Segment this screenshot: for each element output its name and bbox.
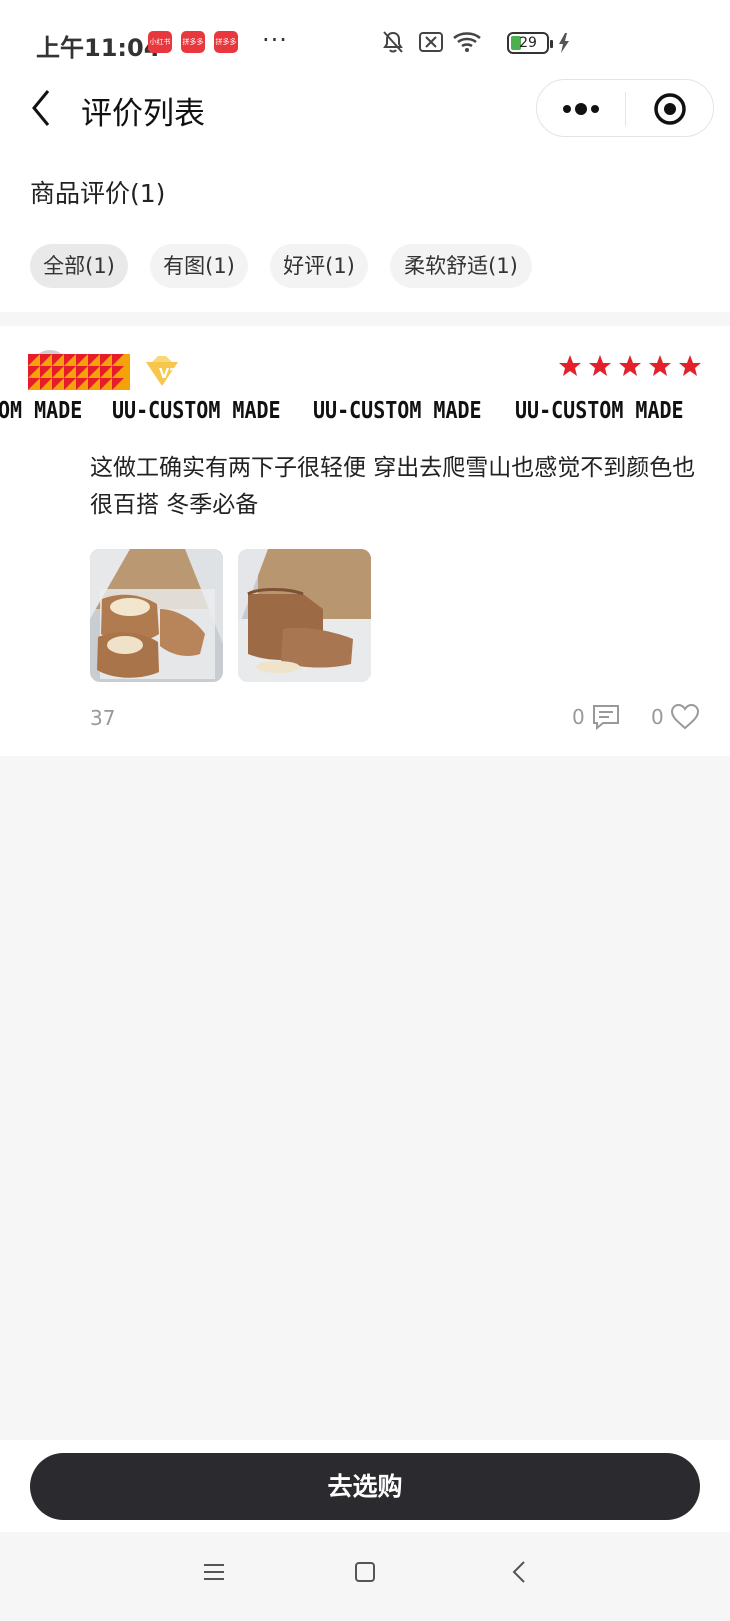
star-icon	[589, 355, 611, 376]
battery-icon: 29	[507, 32, 553, 54]
status-bar: 上午11:04 小红书 拼多多 拼多多 ··· 29	[0, 0, 730, 86]
nav-bar: 评价列表 商品评价(1)	[0, 79, 730, 216]
like-count: 0	[651, 705, 664, 729]
filter-chip-all[interactable]: 全部(1)	[30, 244, 128, 288]
sim-off-icon	[419, 32, 443, 52]
back-button[interactable]	[24, 86, 64, 130]
boots-photo-1	[90, 549, 223, 682]
target-close-icon	[654, 93, 686, 125]
more-button[interactable]	[537, 80, 625, 138]
like-button[interactable]: 0	[651, 700, 700, 734]
app-notification-icon: 拼多多	[181, 31, 205, 53]
page-title: 评价列表	[81, 96, 205, 132]
view-count: 37	[90, 706, 116, 730]
chevron-left-icon	[32, 90, 50, 126]
filter-chip-with-images[interactable]: 有图(1)	[150, 244, 248, 288]
nickname-mosaic	[28, 354, 130, 390]
bottom-action-bar: 去选购	[0, 1440, 730, 1532]
heart-icon	[670, 703, 699, 730]
filter-bar: 全部(1) 有图(1) 好评(1) 柔软舒适(1)	[0, 216, 730, 312]
watermark-text: OM MADE	[0, 398, 83, 424]
vip-badge-icon: V2	[146, 356, 178, 386]
star-icon	[619, 355, 641, 376]
comment-button[interactable]: 0	[572, 700, 621, 734]
menu-icon[interactable]	[202, 1560, 226, 1584]
star-icon	[559, 355, 581, 376]
miniprogram-capsule	[536, 79, 714, 137]
watermark-overlay: OM MADE 20 UU-CUSTOM MADE UU-CUSTOM MADE…	[0, 398, 730, 428]
comment-count: 0	[572, 705, 585, 729]
comment-icon	[592, 705, 619, 731]
app-notification-icon: 拼多多	[214, 31, 238, 53]
wifi-icon	[453, 32, 481, 52]
rating-stars	[558, 354, 702, 382]
filter-chip-soft-comfortable[interactable]: 柔软舒适(1)	[390, 244, 532, 288]
star-icon	[649, 355, 671, 376]
close-miniprogram-button[interactable]	[626, 80, 714, 138]
star-icon	[679, 355, 701, 376]
more-notifications-icon: ···	[262, 26, 288, 54]
more-dots-icon	[563, 103, 599, 115]
app-notification-icon: 小红书	[148, 31, 172, 53]
watermark-text: UU-CUSTOM MADE	[515, 398, 684, 424]
bell-off-icon	[383, 31, 403, 53]
boots-photo-2	[238, 549, 371, 682]
system-navigation-bar	[0, 1532, 730, 1621]
review-image[interactable]	[238, 549, 371, 682]
svg-text:V2: V2	[159, 367, 178, 382]
watermark-text: UU-CUSTOM MADE	[313, 398, 482, 424]
go-shop-button[interactable]: 去选购	[30, 1453, 700, 1520]
home-icon[interactable]	[353, 1560, 377, 1584]
filter-chip-positive[interactable]: 好评(1)	[270, 244, 368, 288]
status-time: 上午11:04	[36, 34, 161, 62]
watermark-text: UU-CUSTOM MADE	[112, 398, 281, 424]
review-card: V2 OM MADE 20 UU-CUSTOM MADE UU-CUSTOM M…	[0, 326, 730, 756]
review-image[interactable]	[90, 549, 223, 682]
back-icon[interactable]	[508, 1560, 532, 1584]
review-text: 这做工确实有两下子很轻便 穿出去爬雪山也感觉不到颜色也很百搭 冬季必备	[90, 455, 696, 518]
battery-level: 29	[519, 35, 537, 51]
section-title: 商品评价(1)	[30, 179, 166, 208]
charging-icon	[559, 33, 569, 53]
